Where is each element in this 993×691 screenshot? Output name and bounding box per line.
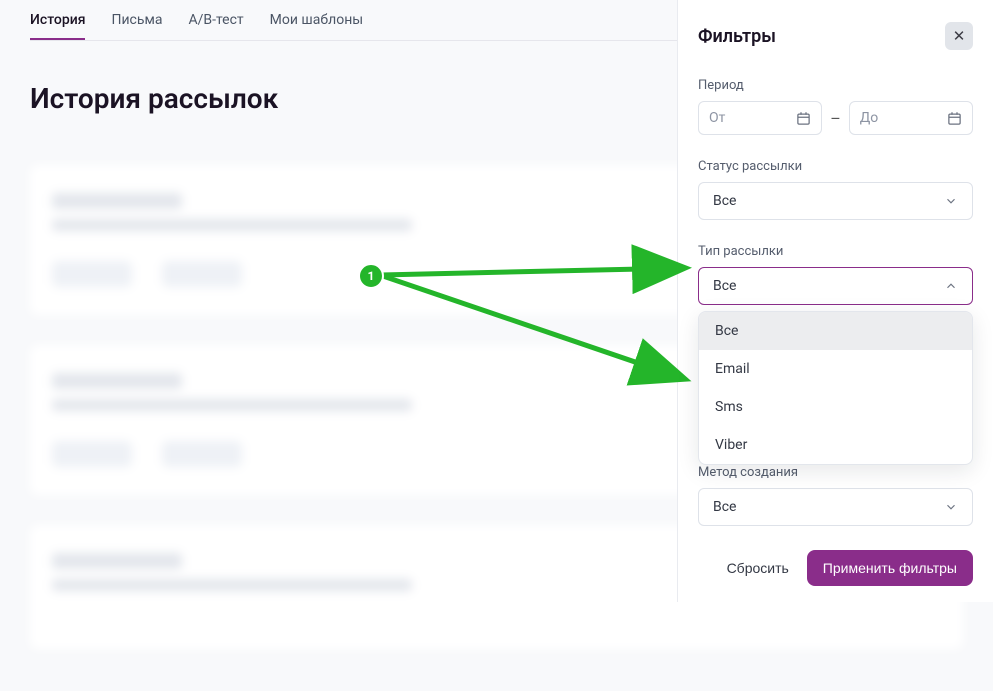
apply-button[interactable]: Применить фильтры: [807, 550, 973, 586]
tab-history[interactable]: История: [30, 12, 85, 40]
reset-button[interactable]: Сбросить: [721, 550, 795, 586]
calendar-icon: [796, 111, 811, 126]
status-select[interactable]: Все: [698, 182, 973, 220]
date-from-placeholder: От: [709, 110, 725, 126]
type-option-all[interactable]: Все: [699, 312, 972, 350]
chevron-down-icon: [944, 500, 958, 514]
chevron-up-icon: [944, 279, 958, 293]
type-option-sms[interactable]: Sms: [699, 388, 972, 426]
type-select[interactable]: Все: [698, 267, 973, 305]
period-dash: –: [830, 109, 841, 128]
type-label: Тип рассылки: [698, 244, 973, 259]
close-icon: ✕: [953, 27, 966, 45]
tab-templates[interactable]: Мои шаблоны: [270, 12, 363, 40]
method-value: Все: [713, 499, 736, 515]
calendar-icon: [947, 111, 962, 126]
tab-letters[interactable]: Письма: [111, 12, 162, 40]
page-title: История рассылок: [30, 82, 278, 115]
method-label: Метод создания: [698, 465, 973, 480]
type-dropdown: Все Email Sms Viber: [698, 311, 973, 465]
status-label: Статус рассылки: [698, 159, 973, 174]
chevron-down-icon: [944, 194, 958, 208]
period-label: Период: [698, 78, 973, 93]
type-option-viber[interactable]: Viber: [699, 426, 972, 464]
filter-title: Фильтры: [698, 26, 776, 47]
status-value: Все: [713, 193, 736, 209]
date-from-input[interactable]: От: [698, 101, 822, 135]
method-select[interactable]: Все: [698, 488, 973, 526]
date-to-input[interactable]: До: [849, 101, 973, 135]
tab-abtest[interactable]: A/B-тест: [188, 12, 243, 40]
close-button[interactable]: ✕: [945, 22, 973, 50]
type-value: Все: [713, 278, 736, 294]
type-option-email[interactable]: Email: [699, 350, 972, 388]
filter-panel: Фильтры ✕ Период От – До Статус рассылки…: [677, 0, 993, 602]
date-to-placeholder: До: [860, 110, 879, 126]
